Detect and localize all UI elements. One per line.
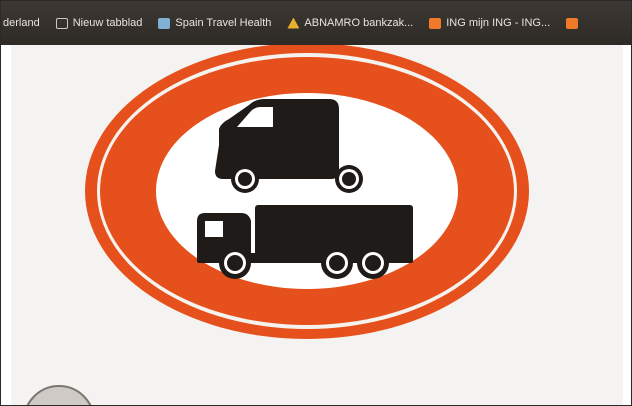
bookmark-label: ABNAMRO bankzak...	[304, 17, 414, 29]
bookmark-more[interactable]	[566, 17, 583, 29]
more-bookmark-icon	[566, 17, 579, 29]
travel-icon	[158, 17, 171, 29]
ing-icon	[429, 17, 442, 29]
abnamro-icon	[287, 17, 300, 29]
tab-icon	[55, 17, 68, 29]
bookmarks-bar: derland Nieuw tabblad Spain Travel Healt…	[1, 1, 631, 45]
bookmark-partial[interactable]: derland	[3, 17, 40, 29]
bookmark-nieuw-tabblad[interactable]: Nieuw tabblad	[55, 17, 143, 29]
prohibition-sign	[85, 45, 529, 339]
bookmark-ing[interactable]: ING mijn ING - ING...	[429, 17, 550, 29]
bookmark-spain-travel-health[interactable]: Spain Travel Health	[158, 17, 271, 29]
bookmark-label: ING mijn ING - ING...	[446, 17, 551, 29]
bookmark-label: derland	[3, 17, 40, 29]
bookmark-label: Nieuw tabblad	[72, 17, 143, 29]
browser-window: derland Nieuw tabblad Spain Travel Healt…	[0, 0, 632, 406]
page-content	[11, 45, 623, 405]
bookmark-label: Spain Travel Health	[175, 17, 272, 29]
bookmark-abnamro[interactable]: ABNAMRO bankzak...	[287, 17, 413, 29]
